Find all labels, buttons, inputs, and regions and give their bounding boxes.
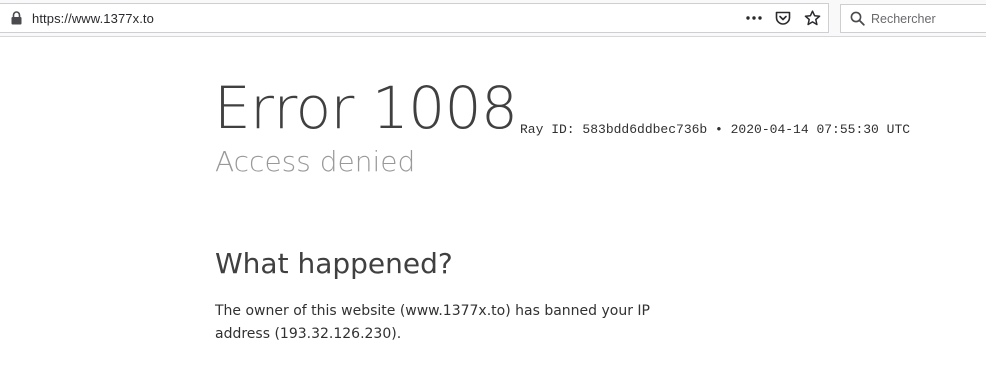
search-input[interactable] xyxy=(871,11,981,26)
page-actions xyxy=(744,4,822,32)
ray-id: Ray ID: 583bdd6ddbec736b • 2020-04-14 07… xyxy=(520,122,911,137)
search-bar[interactable] xyxy=(840,4,986,33)
section-heading: What happened? xyxy=(215,247,453,280)
search-icon[interactable] xyxy=(849,11,865,27)
error-title: Error 1008 xyxy=(214,74,518,142)
error-subtitle: Access denied xyxy=(215,145,416,178)
lock-icon[interactable] xyxy=(11,11,22,25)
address-bar[interactable]: https://www.1377x.to xyxy=(0,3,829,33)
section-text: The owner of this website (www.1377x.to)… xyxy=(215,303,650,342)
star-icon[interactable] xyxy=(802,8,822,28)
page-content: Error 1008 Ray ID: 583bdd6ddbec736b • 20… xyxy=(0,37,986,373)
url-text[interactable]: https://www.1377x.to xyxy=(32,11,154,26)
browser-toolbar: https://www.1377x.to xyxy=(0,0,986,37)
ellipsis-icon[interactable] xyxy=(744,8,764,28)
pocket-icon[interactable] xyxy=(773,8,793,28)
